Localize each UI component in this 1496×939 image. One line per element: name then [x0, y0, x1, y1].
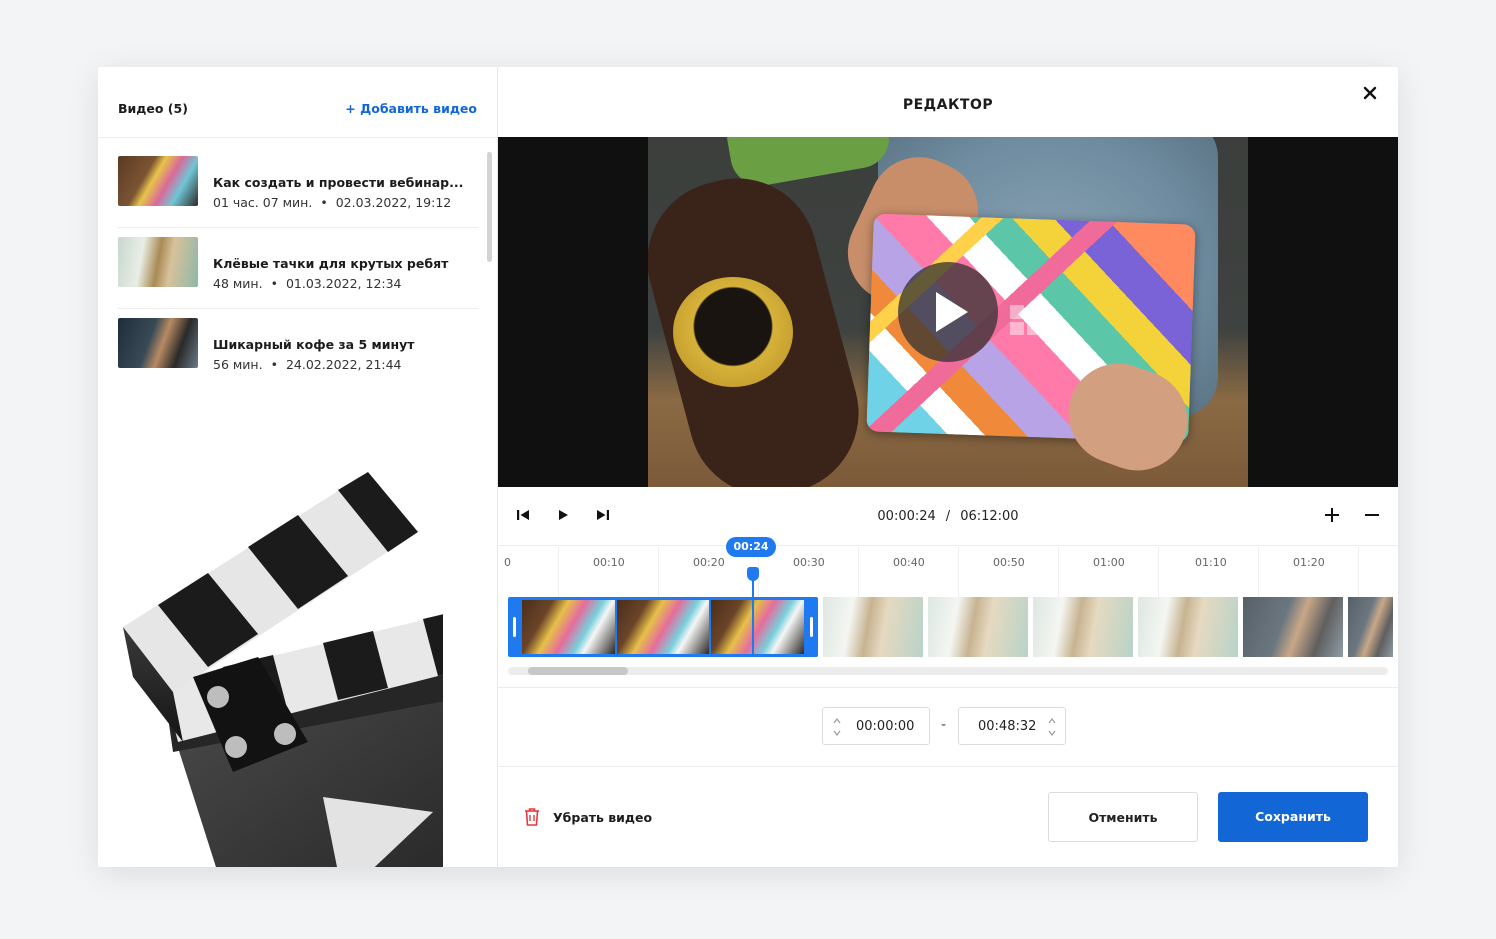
video-thumbnail: [118, 237, 198, 287]
timeline-clip-frame[interactable]: [1243, 597, 1343, 657]
add-video-link[interactable]: + Добавить видео: [345, 101, 477, 116]
video-duration: 01 час. 07 мин.: [213, 195, 313, 210]
video-title: Шикарный кофе за 5 минут: [213, 337, 415, 352]
cancel-button[interactable]: Отменить: [1048, 792, 1198, 842]
remove-video-label: Убрать видео: [553, 810, 653, 825]
time-display: 00:00:24 / 06:12:00: [498, 509, 1398, 524]
divider: [498, 687, 1398, 688]
zoom-in-icon[interactable]: [1320, 503, 1344, 527]
timeline-clip-frame[interactable]: [823, 597, 923, 657]
video-meta: 56 мин. • 24.02.2022, 21:44: [213, 357, 402, 372]
timeline-clip-frame[interactable]: [1033, 597, 1133, 657]
timeline-clip-frame[interactable]: [1138, 597, 1238, 657]
selected-clip[interactable]: [508, 597, 818, 657]
tick-label: 00:30: [793, 556, 825, 569]
start-time-field[interactable]: 00:00:00: [822, 707, 930, 745]
meta-separator: •: [270, 276, 278, 291]
timeline-ruler[interactable]: 0 00:10 00:20 00:30 00:40 00:50 01:00 01…: [498, 547, 1398, 577]
video-date: 24.02.2022, 21:44: [285, 357, 402, 372]
video-duration: 56 мин.: [213, 357, 263, 372]
list-item[interactable]: Как создать и провести вебинар... 01 час…: [118, 147, 478, 228]
list-item[interactable]: Клёвые тачки для крутых ребят 48 мин. • 01…: [118, 228, 478, 309]
tick-label: 00:50: [993, 556, 1025, 569]
windows-logo-icon: [1010, 305, 1040, 335]
playhead-handle[interactable]: [747, 567, 759, 581]
timeline-scrollbar[interactable]: [508, 667, 1388, 675]
tick-label: 01:10: [1195, 556, 1227, 569]
tick-label: 00:40: [893, 556, 925, 569]
trash-icon: [525, 808, 539, 826]
tick-label: 00:20: [693, 556, 725, 569]
time-separator: /: [945, 509, 951, 524]
end-time-value: 00:48:32: [978, 719, 1037, 734]
editor-panel: РЕДАКТОР 00:00:24 / 06:12:00 0 00:10 00:…: [498, 67, 1398, 867]
start-time-stepper[interactable]: [832, 715, 842, 739]
end-time-field[interactable]: 00:48:32: [958, 707, 1066, 745]
video-title: Как создать и провести вебинар...: [213, 175, 464, 190]
editor-modal: Видео (5) + Добавить видео Как создать и…: [98, 67, 1398, 867]
trim-handle-right[interactable]: [810, 617, 813, 637]
meta-separator: •: [320, 195, 328, 210]
list-item[interactable]: Шикарный кофе за 5 минут 56 мин. • 24.02.2…: [118, 309, 478, 389]
video-meta: 01 час. 07 мин. • 02.03.2022, 19:12: [213, 195, 451, 210]
chevron-up-down-icon: [833, 718, 841, 736]
video-title: Клёвые тачки для крутых ребят: [213, 256, 449, 271]
timeline-clip-frame[interactable]: [1348, 597, 1393, 657]
tick-label: 01:00: [1093, 556, 1125, 569]
clapperboard-icon: [123, 472, 443, 867]
tick-label: 0: [504, 556, 511, 569]
close-button[interactable]: [1360, 83, 1380, 103]
trim-range: 00:00:00 - 00:48:32: [498, 707, 1398, 747]
close-icon: [1363, 86, 1377, 100]
video-list: Как создать и провести вебинар... 01 час…: [118, 147, 478, 389]
page-title: РЕДАКТОР: [902, 97, 994, 113]
video-thumbnail: [118, 318, 198, 368]
tick-label: 00:10: [593, 556, 625, 569]
video-date: 01.03.2022, 12:34: [285, 276, 402, 291]
save-button[interactable]: Сохранить: [1218, 792, 1368, 842]
start-time-value: 00:00:00: [856, 719, 915, 734]
sidebar-header: Видео (5) + Добавить видео: [98, 67, 497, 138]
video-sidebar: Видео (5) + Добавить видео Как создать и…: [98, 67, 498, 867]
chevron-up-down-icon: [1048, 718, 1056, 736]
playback-controls: 00:00:24 / 06:12:00: [498, 487, 1398, 546]
video-thumbnail: [118, 156, 198, 206]
tick-label: 01:20: [1293, 556, 1325, 569]
end-time-stepper[interactable]: [1047, 715, 1057, 739]
trim-handle-left[interactable]: [513, 617, 516, 637]
total-time: 06:12:00: [960, 509, 1019, 524]
timeline-track[interactable]: [508, 597, 1393, 657]
current-time: 00:00:24: [877, 509, 936, 524]
editor-footer: Убрать видео Отменить Сохранить: [498, 767, 1398, 867]
playhead-time-badge: 00:24: [726, 537, 776, 557]
play-overlay-button[interactable]: [898, 262, 998, 362]
video-duration: 48 мин.: [213, 276, 263, 291]
video-player[interactable]: [498, 137, 1398, 487]
range-dash: -: [941, 717, 947, 733]
video-meta: 48 мин. • 01.03.2022, 12:34: [213, 276, 402, 291]
playhead-line: [752, 577, 754, 657]
play-icon: [936, 292, 968, 332]
video-date: 02.03.2022, 19:12: [335, 195, 452, 210]
sidebar-scrollbar[interactable]: [487, 152, 492, 262]
timeline-clip-frame[interactable]: [928, 597, 1028, 657]
sidebar-title: Видео (5): [118, 101, 188, 116]
meta-separator: •: [270, 357, 278, 372]
timeline-scroll-thumb[interactable]: [528, 667, 628, 675]
remove-video-button[interactable]: Убрать видео: [523, 807, 652, 827]
zoom-out-icon[interactable]: [1360, 503, 1384, 527]
